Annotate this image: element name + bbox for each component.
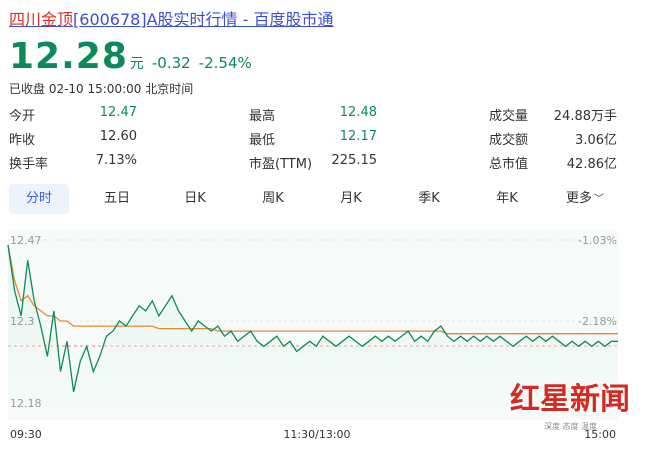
stat-value-market-cap: 42.86亿 <box>566 157 617 172</box>
y-right-tick-top: -1.03% <box>578 234 617 247</box>
stat-label-turnover-rate: 换手率 <box>9 157 49 172</box>
tab-intraday[interactable]: 分时 <box>9 184 69 214</box>
price-change-pct: -2.54% <box>198 54 252 72</box>
stats-row: 换手率 7.13% 市盈(TTM) 225.15 总市值 42.86亿 <box>9 153 619 177</box>
stats-row: 昨收 12.60 最低 12.17 成交额 3.06亿 <box>9 129 619 153</box>
market-status: 已收盘 02-10 15:00:00 北京时间 <box>9 82 194 96</box>
tab-daily-k[interactable]: 日K <box>165 184 225 214</box>
y-right-tick-mid: -2.18% <box>578 315 617 328</box>
tab-more[interactable]: 更多 ﹀ <box>549 184 621 214</box>
page-title-link[interactable]: 四川金顶[600678]A股实时行情 - 百度股市通 <box>9 6 333 30</box>
stat-label-volume: 成交量 <box>489 109 529 124</box>
x-tick-mid: 11:30/13:00 <box>283 428 350 441</box>
news-watermark: 红星新闻 深度 态度 温度 <box>510 374 642 432</box>
y-tick-bottom: 12.18 <box>10 397 42 410</box>
stat-label-pe: 市盈(TTM) <box>249 157 313 172</box>
x-tick-start: 09:30 <box>10 428 42 441</box>
stat-label-prev-close: 昨收 <box>9 133 36 148</box>
stat-value-turnover: 3.06亿 <box>575 133 617 148</box>
stat-value-open: 12.47 <box>99 105 137 120</box>
tab-weekly-k[interactable]: 周K <box>243 184 303 214</box>
chart-tabs: 分时 五日 日K 周K 月K 季K 年K 更多 ﹀ <box>9 184 619 214</box>
chevron-down-icon: ﹀ <box>594 194 604 205</box>
tab-yearly-k[interactable]: 年K <box>477 184 537 214</box>
price-unit: 元 <box>129 56 144 72</box>
stats-grid: 今开 12.47 最高 12.48 成交量 24.88万手 昨收 12.60 最… <box>9 105 619 177</box>
price-change: -0.32 <box>151 54 191 72</box>
current-price: 12.28 <box>9 36 128 77</box>
title-suffix: [600678]A股实时行情 - 百度股市通 <box>73 10 334 29</box>
stat-value-volume: 24.88万手 <box>553 109 617 124</box>
watermark-title: 红星新闻 <box>510 382 630 417</box>
tab-five-day[interactable]: 五日 <box>87 184 147 214</box>
stat-value-pe: 225.15 <box>331 153 378 168</box>
stat-label-high: 最高 <box>249 109 276 124</box>
tab-more-label: 更多 <box>565 191 592 206</box>
stat-label-open: 今开 <box>9 109 36 124</box>
stock-name: 四川金顶 <box>9 10 74 29</box>
watermark-subtitle: 深度 态度 温度 <box>544 422 598 431</box>
tab-quarterly-k[interactable]: 季K <box>399 184 459 214</box>
stat-value-turnover-rate: 7.13% <box>95 153 137 168</box>
stats-row: 今开 12.47 最高 12.48 成交量 24.88万手 <box>9 105 619 129</box>
stat-value-prev-close: 12.60 <box>99 129 137 144</box>
stat-label-low: 最低 <box>249 133 276 148</box>
stat-value-high: 12.48 <box>339 105 377 120</box>
y-tick-mid: 12.3 <box>10 315 35 328</box>
tab-monthly-k[interactable]: 月K <box>321 184 381 214</box>
quote-price-row: 12.28 元 -0.32 -2.54% <box>9 36 252 77</box>
stat-label-market-cap: 总市值 <box>489 157 529 172</box>
y-tick-top: 12.47 <box>10 234 42 247</box>
stat-label-turnover: 成交额 <box>489 133 529 148</box>
stat-value-low: 12.17 <box>339 129 377 144</box>
